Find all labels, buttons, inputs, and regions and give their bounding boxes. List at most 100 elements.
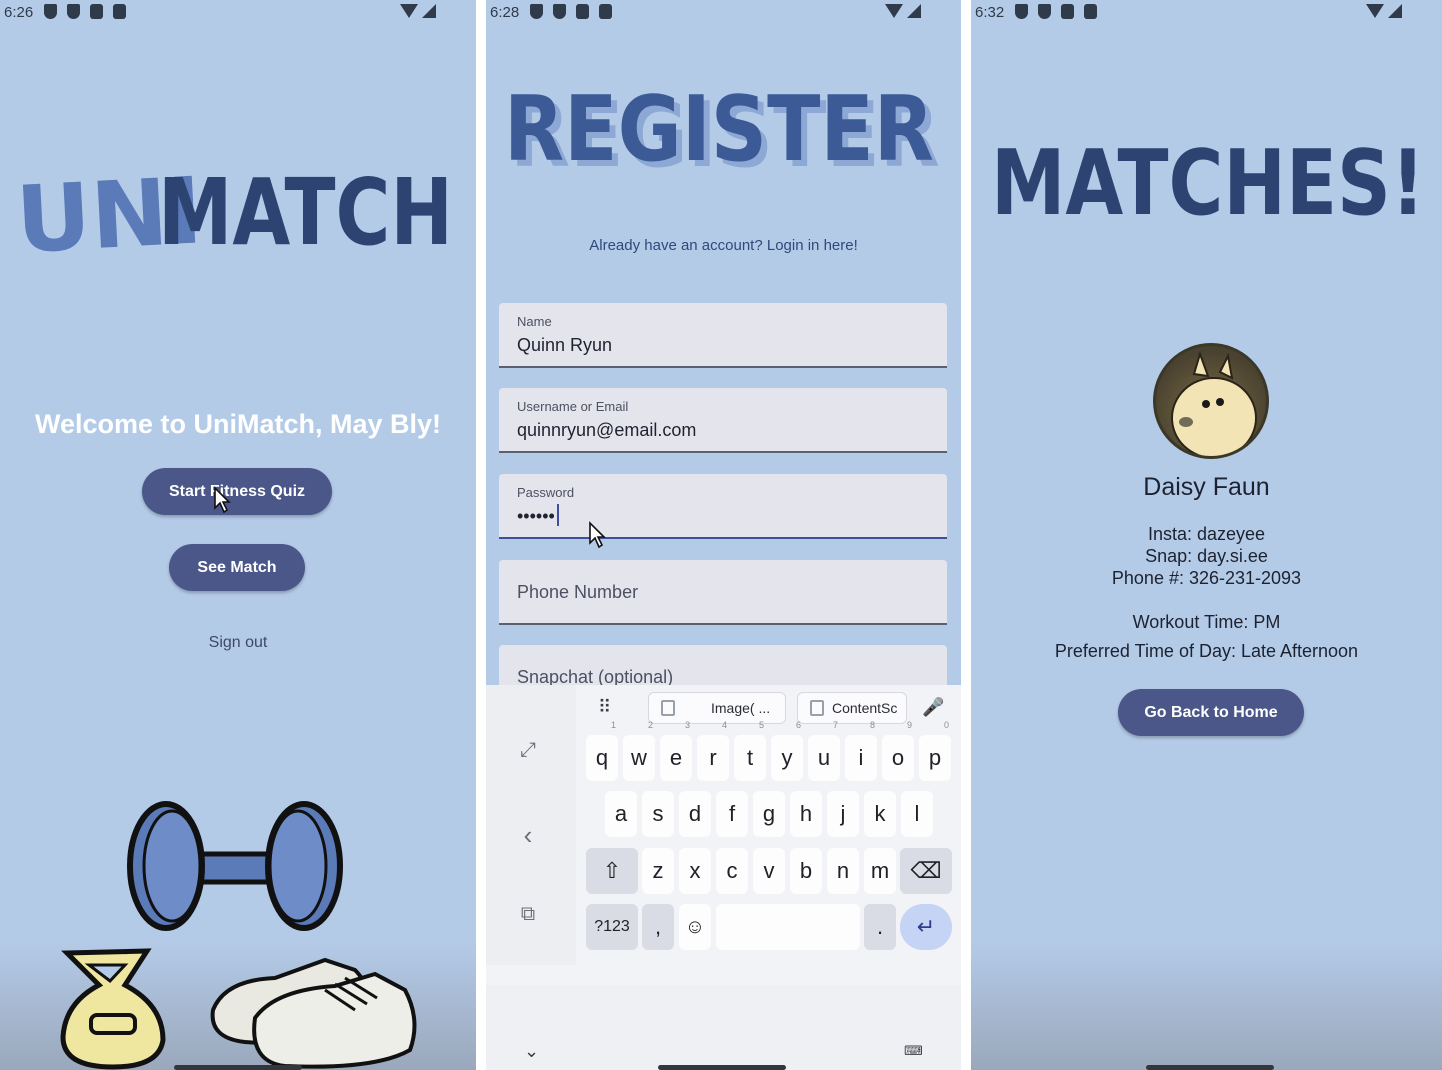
- key-q[interactable]: q1: [586, 721, 618, 781]
- key-r[interactable]: r4: [697, 721, 729, 781]
- status-time: 6:32: [975, 4, 1005, 21]
- symbols-key[interactable]: ?123: [586, 904, 638, 950]
- microphone-icon[interactable]: 🎤: [922, 697, 944, 718]
- signal-icon: [422, 4, 436, 18]
- signal-icon: [1388, 4, 1402, 18]
- key-k[interactable]: k: [864, 791, 896, 837]
- key-x[interactable]: x: [679, 848, 711, 894]
- keyboard-toolbar: ⠿ Image( ... ContentSc 🎤: [576, 685, 961, 731]
- email-value: quinnryun@email.com: [517, 420, 697, 440]
- kettlebell-weight-icon: [60, 948, 166, 1070]
- svg-text:MATCHES!: MATCHES!: [991, 131, 1425, 230]
- name-label: Name: [517, 314, 552, 329]
- insta-handle: Insta: dazeyee: [1147, 524, 1266, 544]
- chevron-left-icon[interactable]: ‹: [516, 820, 540, 850]
- key-d[interactable]: d: [679, 791, 711, 837]
- password-label: Password: [517, 485, 575, 500]
- email-label: Username or Email: [517, 399, 629, 414]
- key-c[interactable]: c: [716, 848, 748, 894]
- text-caret: [556, 504, 559, 526]
- svg-text:REGISTER: REGISTER: [504, 78, 934, 178]
- security-icon: [67, 4, 80, 19]
- emoji-key-icon[interactable]: ☺: [679, 904, 711, 950]
- register-screen: 6:28 REGISTER REGISTER Already have an a…: [486, 0, 961, 1070]
- clipboard-chip-image[interactable]: Image( ...: [648, 692, 786, 724]
- key-o[interactable]: o9: [882, 721, 914, 781]
- preferred-time: Preferred Time of Day: Late Afternoon: [1054, 641, 1359, 661]
- enter-key-icon[interactable]: ↵: [900, 904, 952, 950]
- keyboard-switch-icon[interactable]: ⌨: [904, 1043, 923, 1059]
- home-screen: 6:26 UNI MATCH Welcome to UniMatch, May …: [0, 0, 476, 1070]
- key-j[interactable]: j: [827, 791, 859, 837]
- go-back-home-button[interactable]: Go Back to Home: [1118, 689, 1304, 736]
- key-s[interactable]: s: [642, 791, 674, 837]
- status-bar: 6:26: [0, 0, 476, 26]
- key-p[interactable]: p0: [919, 721, 951, 781]
- key-g[interactable]: g: [753, 791, 785, 837]
- shift-key-icon[interactable]: ⇧: [586, 848, 638, 894]
- start-fitness-quiz-button[interactable]: Start Fitness Quiz: [142, 468, 332, 515]
- sign-out-link[interactable]: Sign out: [0, 634, 476, 652]
- status-time: 6:26: [4, 4, 34, 21]
- dumbbell-icon: [127, 801, 343, 931]
- status-bar: 6:28: [486, 0, 961, 26]
- home-indicator[interactable]: [658, 1065, 786, 1070]
- key-l[interactable]: l: [901, 791, 933, 837]
- wifi-icon: [400, 4, 418, 18]
- matches-title: MATCHES!: [991, 131, 1425, 230]
- phone-number-field[interactable]: Phone Number: [499, 560, 947, 625]
- security-icon: [1038, 4, 1051, 19]
- see-match-button[interactable]: See Match: [169, 544, 305, 591]
- comma-key[interactable]: ,: [642, 904, 674, 950]
- key-u[interactable]: u7: [808, 721, 840, 781]
- key-h[interactable]: h: [790, 791, 822, 837]
- status-bar: 6:32: [971, 0, 1442, 26]
- workout-time: Workout Time: PM: [1132, 612, 1281, 632]
- phone-number-placeholder: Phone Number: [517, 582, 639, 602]
- period-key[interactable]: .: [864, 904, 896, 950]
- status-time: 6:28: [490, 4, 520, 21]
- welcome-text: Welcome to UniMatch, May Bly!: [34, 409, 442, 439]
- login-link[interactable]: Already have an account? Login in here!: [486, 237, 961, 254]
- key-w[interactable]: w2: [623, 721, 655, 781]
- key-v[interactable]: v: [753, 848, 785, 894]
- backspace-key-icon[interactable]: ⌫: [900, 848, 952, 894]
- signal-icon: [907, 4, 921, 18]
- security-icon: [553, 4, 566, 19]
- space-bar[interactable]: [716, 904, 860, 950]
- shield-icon: [44, 4, 57, 19]
- clipboard-icon: [810, 700, 824, 716]
- mouse-cursor: [589, 521, 606, 549]
- email-field[interactable]: Username or Email quinnryun@email.com: [499, 388, 947, 453]
- wifi-icon: [1366, 4, 1384, 18]
- password-field[interactable]: Password ••••••: [499, 474, 947, 539]
- key-b[interactable]: b: [790, 848, 822, 894]
- name-field[interactable]: Name Quinn Ryun: [499, 303, 947, 368]
- expand-icon[interactable]: ⤢: [516, 739, 540, 763]
- sd-card-icon: [1084, 4, 1097, 19]
- clipboard-chip-content[interactable]: ContentSc: [797, 692, 907, 724]
- home-indicator[interactable]: [1146, 1065, 1274, 1070]
- snap-handle: Snap: day.si.ee: [1145, 546, 1268, 566]
- mouse-cursor: [214, 486, 231, 514]
- key-m[interactable]: m: [864, 848, 896, 894]
- unimatch-logo: UNI MATCH: [18, 172, 453, 272]
- password-value: ••••••: [517, 506, 555, 526]
- a-badge-icon: [576, 4, 589, 19]
- key-t[interactable]: t5: [734, 721, 766, 781]
- key-y[interactable]: y6: [771, 721, 803, 781]
- key-i[interactable]: i8: [845, 721, 877, 781]
- sd-card-icon: [113, 4, 126, 19]
- key-e[interactable]: e3: [660, 721, 692, 781]
- home-indicator[interactable]: [174, 1065, 302, 1070]
- register-title: REGISTER REGISTER: [504, 78, 940, 178]
- chevron-down-icon[interactable]: ⌄: [524, 1041, 539, 1062]
- key-a[interactable]: a: [605, 791, 637, 837]
- key-z[interactable]: z: [642, 848, 674, 894]
- key-f[interactable]: f: [716, 791, 748, 837]
- apps-grid-icon[interactable]: ⠿: [598, 697, 611, 718]
- match-avatar: [1153, 343, 1269, 459]
- clipboard-icon: [661, 700, 675, 716]
- key-n[interactable]: n: [827, 848, 859, 894]
- floating-keyboard-icon[interactable]: ⧉: [516, 903, 540, 927]
